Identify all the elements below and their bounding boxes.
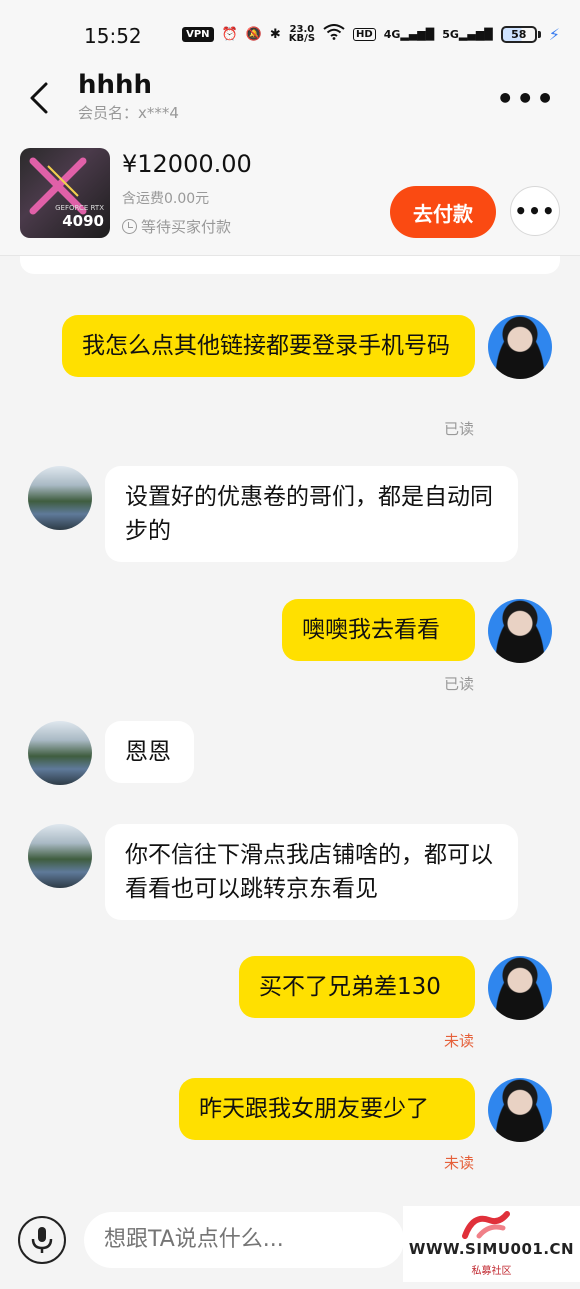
input-bar: WWW.SIMU001.CN 私募社区 (0, 1192, 580, 1289)
chevron-left-icon (30, 82, 48, 114)
net-speed: 23.0 KB/S (288, 24, 316, 44)
battery-icon: 58 (500, 25, 541, 43)
order-card[interactable]: GEFORCE RTX 4090 ¥12000.00 含运费0.00元 等待买家… (0, 134, 580, 256)
my-avatar[interactable] (488, 315, 552, 379)
clock-icon (122, 219, 137, 234)
chat-header: hhhh 会员名：x***4 ••• (0, 70, 580, 134)
order-more-button[interactable]: ••• (510, 186, 560, 236)
wifi-icon (323, 24, 345, 44)
message-bubble-sent[interactable]: 买不了兄弟差130 (239, 956, 475, 1018)
read-receipt: 已读 (444, 420, 475, 438)
my-avatar[interactable] (488, 1078, 552, 1142)
signal-5g-icon: 5G▂▄▆█ (442, 27, 493, 41)
product-image-text: 4090 (62, 212, 104, 230)
message-bubble-received[interactable]: 设置好的优惠卷的哥们，都是自动同步的 (105, 466, 518, 562)
message-bubble-received[interactable]: 恩恩 (105, 721, 194, 783)
alarm-icon: ⏰ (221, 26, 238, 42)
product-price: ¥12000.00 (122, 150, 252, 178)
charging-icon: ⚡ (548, 24, 560, 44)
pay-button[interactable]: 去付款 (390, 186, 496, 238)
back-button[interactable] (26, 78, 56, 118)
hd-badge: HD (353, 27, 376, 41)
shipping-fee: 含运费0.00元 (122, 191, 210, 207)
status-icons: VPN ⏰ 🔕 ✱ 23.0 KB/S HD 4G▂▄▆█ 5G▂▄▆█ 58 … (182, 24, 560, 44)
watermark-sub: 私募社区 (471, 1266, 512, 1277)
read-receipt: 已读 (444, 675, 475, 693)
seller-avatar[interactable] (28, 824, 92, 888)
unread-receipt: 未读 (444, 1154, 475, 1172)
signal-4g-icon: 4G▂▄▆█ (383, 27, 435, 41)
message-bubble-sent[interactable]: 噢噢我去看看 (282, 599, 475, 661)
order-status: 等待买家付款 (122, 216, 231, 237)
chat-title: hhhh (78, 70, 153, 100)
message-input[interactable] (84, 1212, 404, 1268)
message-bubble-received[interactable]: 你不信往下滑点我店铺啥的，都可以看看也可以跳转京东看见 (105, 824, 518, 920)
watermark-logo-icon (462, 1211, 510, 1239)
microphone-icon (31, 1227, 53, 1253)
mute-icon: 🔕 (245, 26, 262, 42)
order-status-text: 等待买家付款 (141, 218, 232, 236)
seller-avatar[interactable] (28, 466, 92, 530)
vpn-badge: VPN (182, 26, 214, 42)
member-name: 会员名：x***4 (78, 104, 179, 122)
status-time: 15:52 (84, 24, 142, 48)
my-avatar[interactable] (488, 956, 552, 1020)
previous-message-bubble (20, 256, 560, 274)
watermark-site: WWW.SIMU001.CN (408, 1240, 575, 1258)
voice-button[interactable] (18, 1216, 66, 1264)
product-image[interactable]: GEFORCE RTX 4090 (20, 148, 110, 238)
unread-receipt: 未读 (444, 1032, 475, 1050)
bluetooth-icon: ✱ (269, 26, 281, 42)
product-image-sub: GEFORCE RTX (55, 204, 104, 212)
seller-avatar[interactable] (28, 721, 92, 785)
message-bubble-sent[interactable]: 我怎么点其他链接都要登录手机号码 (62, 315, 475, 377)
message-bubble-sent[interactable]: 昨天跟我女朋友要少了 (179, 1078, 475, 1140)
status-bar: 15:52 VPN ⏰ 🔕 ✱ 23.0 KB/S HD 4G▂▄▆█ 5G▂▄… (0, 0, 580, 72)
my-avatar[interactable] (488, 599, 552, 663)
more-options-button[interactable]: ••• (496, 82, 556, 115)
watermark: WWW.SIMU001.CN 私募社区 (403, 1206, 580, 1282)
